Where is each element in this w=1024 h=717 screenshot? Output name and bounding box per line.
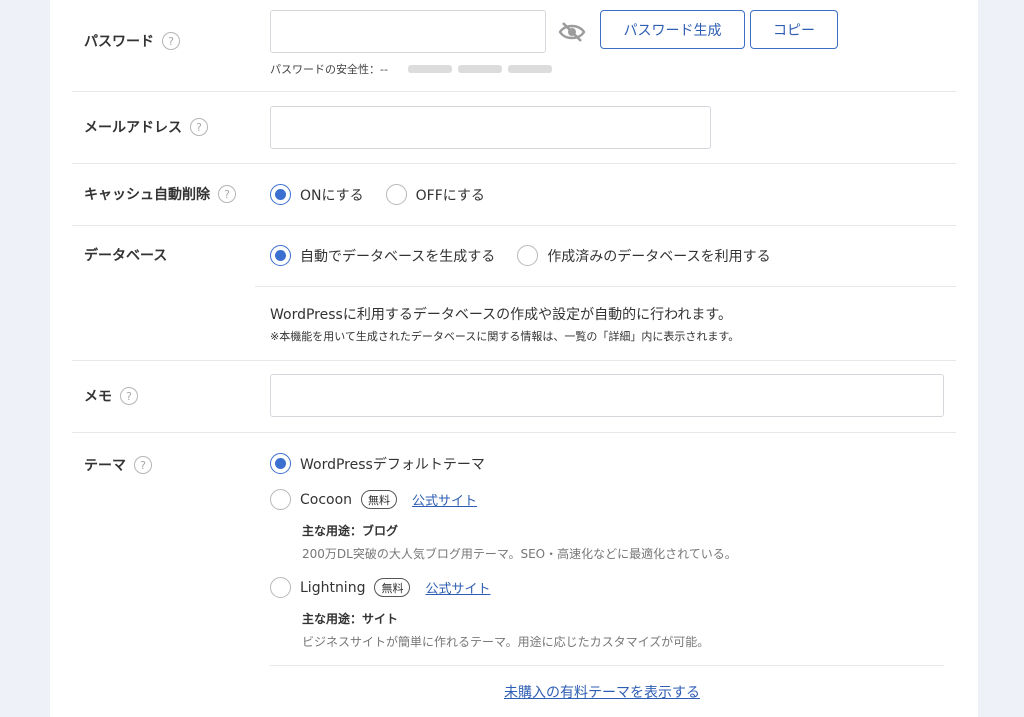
radio-checked-icon[interactable]: [270, 245, 291, 266]
email-label: メールアドレス: [84, 120, 182, 136]
copy-button[interactable]: コピー: [750, 10, 838, 49]
lightning-official-site-link[interactable]: 公式サイト: [425, 578, 490, 597]
radio-checked-icon[interactable]: [270, 184, 291, 205]
help-icon[interactable]: ?: [134, 456, 152, 474]
lightning-usage: 主な用途：サイト: [302, 612, 399, 626]
password-label: パスワード: [84, 34, 154, 50]
cache-off-option[interactable]: OFFにする: [385, 184, 485, 205]
database-auto-label: 自動でデータベースを生成する: [300, 248, 496, 265]
cache-on-option[interactable]: ONにする: [270, 184, 364, 205]
generate-password-button[interactable]: パスワード生成: [600, 10, 745, 49]
memo-input[interactable]: [270, 374, 944, 417]
lightning-description: ビジネスサイトが簡単に作れるテーマ。用途に応じたカスタマイズが可能。: [302, 635, 710, 649]
theme-cocoon-option[interactable]: Cocoon 無料 公式サイト: [270, 489, 477, 510]
theme-default-label: WordPressデフォルトテーマ: [300, 456, 485, 473]
cocoon-description: 200万DL突破の大人気ブログ用テーマ。SEO・高速化などに最適化されている。: [302, 547, 737, 561]
eye-off-icon[interactable]: [558, 20, 586, 48]
database-label: データベース: [84, 248, 168, 264]
free-badge: 無料: [361, 490, 398, 509]
radio-unchecked-icon[interactable]: [270, 577, 291, 598]
database-existing-option[interactable]: 作成済みのデータベースを利用する: [517, 245, 771, 266]
cocoon-usage: 主な用途：ブログ: [302, 524, 399, 538]
memo-label-group: メモ ?: [84, 386, 138, 406]
strength-bar: [507, 65, 552, 73]
strength-bar: [407, 65, 452, 73]
password-strength-text: パスワードの安全性：--: [270, 63, 388, 76]
memo-label: メモ: [84, 389, 112, 405]
theme-lightning-option[interactable]: Lightning 無料 公式サイト: [270, 577, 490, 598]
cache-on-label: ONにする: [300, 187, 364, 204]
show-paid-themes-link[interactable]: 未購入の有料テーマを表示する: [504, 682, 700, 702]
theme-label: テーマ: [84, 458, 126, 474]
theme-divider: [270, 665, 944, 666]
theme-cocoon-label: Cocoon: [300, 491, 353, 508]
cocoon-official-site-link[interactable]: 公式サイト: [412, 490, 477, 509]
help-icon[interactable]: ?: [218, 185, 236, 203]
email-label-group: メールアドレス ?: [84, 117, 208, 137]
database-row: [72, 287, 956, 361]
help-icon[interactable]: ?: [162, 32, 180, 50]
free-badge: 無料: [374, 578, 411, 597]
cache-label-group: キャッシュ自動削除 ?: [84, 184, 236, 204]
password-strength: パスワードの安全性：--: [270, 61, 552, 77]
database-existing-label: 作成済みのデータベースを利用する: [547, 248, 771, 265]
help-icon[interactable]: ?: [190, 118, 208, 136]
strength-bar: [457, 65, 502, 73]
cache-radio-group: ONにする OFFにする: [270, 184, 485, 205]
database-auto-option[interactable]: 自動でデータベースを生成する: [270, 245, 495, 266]
radio-unchecked-icon[interactable]: [517, 245, 539, 266]
cache-label: キャッシュ自動削除: [84, 187, 210, 203]
radio-checked-icon[interactable]: [270, 453, 291, 474]
email-input[interactable]: [270, 106, 711, 149]
radio-unchecked-icon[interactable]: [270, 489, 291, 510]
database-label-group: データベース: [84, 245, 167, 265]
help-icon[interactable]: ?: [120, 387, 138, 405]
password-label-group: パスワード ?: [84, 31, 180, 51]
database-description: WordPressに利用するデータベースの作成や設定が自動的に行われます。: [270, 307, 733, 323]
password-input[interactable]: [270, 10, 546, 53]
theme-lightning-label: Lightning: [300, 579, 366, 596]
theme-default-option[interactable]: WordPressデフォルトテーマ: [270, 453, 485, 474]
theme-label-group: テーマ ?: [84, 455, 152, 475]
database-note: ※本機能を用いて生成されたデータベースに関する情報は、一覧の「詳細」内に表示され…: [270, 330, 740, 343]
radio-unchecked-icon[interactable]: [385, 184, 407, 205]
database-radio-group: 自動でデータベースを生成する 作成済みのデータベースを利用する: [270, 245, 771, 266]
cache-off-label: OFFにする: [415, 187, 485, 204]
